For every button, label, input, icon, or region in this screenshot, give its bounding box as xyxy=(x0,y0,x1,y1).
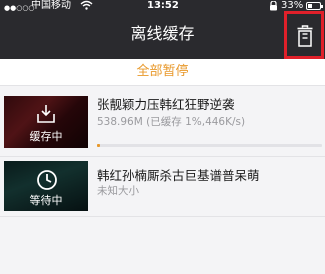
page-title: 离线缓存 xyxy=(130,24,195,43)
pause-all-button[interactable]: 全部暂停 xyxy=(0,59,325,86)
carrier-name: 中国移动 xyxy=(31,0,71,11)
pause-all-label: 全部暂停 xyxy=(136,64,189,79)
trash-icon xyxy=(297,25,313,47)
download-item[interactable]: 缓存中 张靓颖力压韩红狂野逆袭 538.96M (已缓存 1%,446K/s) xyxy=(0,96,325,159)
divider xyxy=(0,216,325,217)
progress-fill xyxy=(97,144,100,147)
download-detail: 538.96M (已缓存 1%,446K/s) xyxy=(97,116,246,128)
progress-bar xyxy=(97,144,322,147)
wifi-icon xyxy=(80,0,93,14)
delete-button[interactable] xyxy=(284,11,324,59)
divider xyxy=(0,156,325,157)
video-thumbnail: 缓存中 xyxy=(4,96,88,148)
status-bar: ●●○○○ 中国移动 13:52 33% xyxy=(0,0,325,14)
download-status: 等待中 xyxy=(29,194,63,207)
video-thumbnail: 等待中 xyxy=(4,161,88,211)
signal-strength: ●●○○○ xyxy=(4,4,35,12)
clock-icon xyxy=(37,170,57,190)
top-bar: ●●○○○ 中国移动 13:52 33% 离线缓存 xyxy=(0,0,325,59)
download-detail: 未知大小 xyxy=(97,185,139,197)
download-item[interactable]: 等待中 韩红孙楠厮杀古巨基谱普呆萌 未知大小 xyxy=(0,159,325,222)
orientation-lock-icon xyxy=(269,0,278,11)
video-title: 张靓颖力压韩红狂野逆袭 xyxy=(97,97,235,112)
battery-icon xyxy=(306,2,323,10)
video-title: 韩红孙楠厮杀古巨基谱普呆萌 xyxy=(97,168,260,183)
download-status: 缓存中 xyxy=(29,130,63,143)
clock-time: 13:52 xyxy=(147,0,179,11)
download-tray-icon xyxy=(37,105,55,123)
